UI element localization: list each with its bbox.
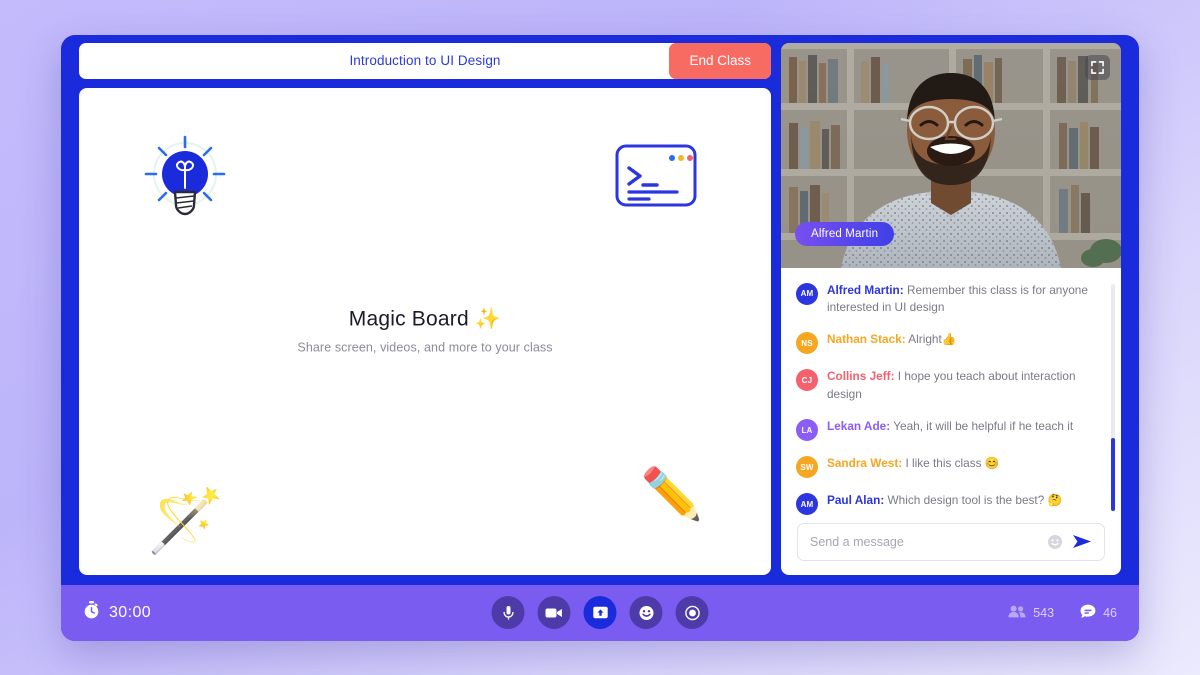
chat-message-body: Which design tool is the best? 🤔 bbox=[884, 493, 1063, 508]
chat-message-author: Lekan Ade: bbox=[827, 419, 891, 434]
chat-scrollbar[interactable] bbox=[1111, 283, 1115, 511]
microphone-button[interactable] bbox=[491, 596, 525, 629]
camera-button[interactable] bbox=[537, 596, 571, 629]
chat-message: LA Lekan Ade: Yeah, it will be helpful i… bbox=[796, 418, 1111, 442]
presenter-name-badge: Alfred Martin bbox=[795, 221, 895, 246]
chat-message-text: Paul Alan: Which design tool is the best… bbox=[827, 492, 1078, 510]
chat-bubble-icon bbox=[1080, 604, 1096, 622]
board-subtitle: Share screen, videos, and more to your c… bbox=[297, 340, 553, 355]
left-column: Introduction to UI Design End Class 🪄 ✏️… bbox=[79, 42, 771, 575]
message-input[interactable] bbox=[810, 534, 1038, 549]
chat-message-author: Collins Jeff: bbox=[827, 369, 895, 384]
people-icon bbox=[1008, 605, 1026, 621]
app-body: Introduction to UI Design End Class 🪄 ✏️… bbox=[69, 42, 1131, 575]
chat-message: AM Alfred Martin: Remember this class is… bbox=[796, 282, 1111, 318]
emoji-icon[interactable] bbox=[1047, 534, 1063, 550]
right-column: Alfred Martin AM Alfred Martin: Remember… bbox=[781, 42, 1121, 575]
terminal-icon bbox=[615, 144, 697, 212]
chat-message-body: Yeah, it will be helpful if he teach it bbox=[890, 419, 1074, 434]
record-button[interactable] bbox=[675, 596, 709, 629]
chat-message-text: Lekan Ade: Yeah, it will be helpful if h… bbox=[827, 418, 1089, 436]
send-icon[interactable] bbox=[1072, 533, 1092, 550]
fullscreen-icon[interactable] bbox=[1085, 54, 1110, 80]
chat-message-body: Alright👍 bbox=[905, 332, 957, 347]
page-title: Introduction to UI Design bbox=[349, 53, 501, 68]
toolbar-counters: 543 46 bbox=[1008, 604, 1117, 622]
chat-message: SW Sandra West: I like this class 😊 bbox=[796, 455, 1111, 479]
magic-board[interactable]: 🪄 ✏️ Magic Board ✨ Share screen, videos,… bbox=[79, 87, 771, 575]
end-class-button[interactable]: End Class bbox=[669, 42, 771, 79]
participants-counter[interactable]: 543 bbox=[1008, 605, 1054, 621]
chat-message-author: Nathan Stack: bbox=[827, 332, 906, 347]
lightbulb-icon bbox=[137, 130, 233, 231]
chat-panel: AM Alfred Martin: Remember this class is… bbox=[781, 267, 1121, 575]
stopwatch-icon bbox=[83, 601, 100, 624]
participants-count: 543 bbox=[1033, 605, 1055, 620]
chat-input-row[interactable] bbox=[797, 522, 1105, 561]
timer-value: 30:00 bbox=[109, 603, 152, 621]
meeting-controls bbox=[491, 596, 709, 629]
avatar: NS bbox=[796, 332, 818, 355]
board-title: Magic Board ✨ bbox=[348, 307, 502, 331]
chat-message-text: Nathan Stack: Alright👍 bbox=[827, 331, 972, 349]
app-window: Introduction to UI Design End Class 🪄 ✏️… bbox=[61, 34, 1139, 641]
messages-count: 46 bbox=[1103, 605, 1117, 620]
reactions-button[interactable] bbox=[629, 596, 663, 629]
chat-scrollbar-thumb[interactable] bbox=[1111, 437, 1115, 511]
chat-message: NS Nathan Stack: Alright👍 bbox=[796, 331, 1111, 355]
chat-message: AM Paul Alan: Which design tool is the b… bbox=[796, 492, 1111, 515]
avatar: SW bbox=[796, 456, 818, 479]
chat-message-author: Paul Alan: bbox=[827, 493, 885, 508]
chat-message: CJ Collins Jeff: I hope you teach about … bbox=[796, 368, 1111, 404]
presenter-video[interactable]: Alfred Martin bbox=[781, 42, 1121, 268]
avatar: LA bbox=[796, 419, 818, 442]
board-placeholder: Magic Board ✨ Share screen, videos, and … bbox=[79, 308, 771, 355]
class-timer: 30:00 bbox=[83, 601, 151, 624]
avatar: AM bbox=[796, 493, 818, 515]
chat-message-text: Collins Jeff: I hope you teach about int… bbox=[827, 368, 1111, 404]
avatar: CJ bbox=[796, 369, 818, 392]
bottom-toolbar: 30:00 543 46 bbox=[61, 584, 1139, 641]
chat-message-author: Sandra West: bbox=[827, 456, 903, 471]
avatar: AM bbox=[796, 282, 818, 305]
pencil-emoji: ✏️ bbox=[640, 465, 703, 522]
chat-message-text: Sandra West: I like this class 😊 bbox=[827, 455, 1015, 473]
class-title-bar: Introduction to UI Design End Class bbox=[79, 42, 771, 79]
chat-message-body: I like this class 😊 bbox=[902, 456, 1000, 471]
share-screen-button[interactable] bbox=[583, 596, 617, 629]
chat-message-author: Alfred Martin: bbox=[827, 282, 904, 297]
magic-wand-emoji: 🪄 bbox=[147, 486, 225, 556]
chat-message-list[interactable]: AM Alfred Martin: Remember this class is… bbox=[785, 278, 1117, 515]
chat-message-text: Alfred Martin: Remember this class is fo… bbox=[827, 282, 1111, 318]
messages-counter[interactable]: 46 bbox=[1080, 604, 1117, 622]
